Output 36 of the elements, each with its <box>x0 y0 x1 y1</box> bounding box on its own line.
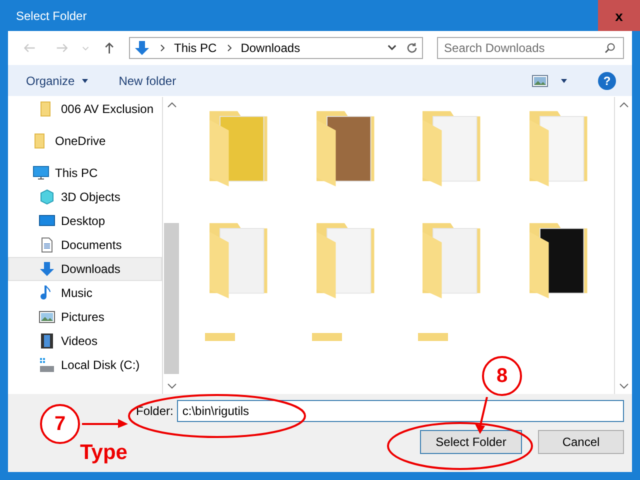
sidebar-label: Desktop <box>61 214 106 228</box>
folder-label: Folder: <box>136 404 174 418</box>
sidebar-item[interactable]: 006 AV Exclusion <box>8 97 162 121</box>
cancel-button[interactable]: Cancel <box>538 430 624 454</box>
sidebar-label: Downloads <box>61 262 120 276</box>
sidebar-label: This PC <box>55 166 98 180</box>
sidebar-label: Local Disk (C:) <box>61 358 140 372</box>
sidebar-item[interactable]: Documents <box>8 233 162 257</box>
breadcrumb-item[interactable]: This PC <box>174 41 217 55</box>
annotation-label: Type <box>80 441 128 465</box>
new-folder-button[interactable]: New folder <box>118 74 176 88</box>
sidebar-item[interactable]: Music <box>8 281 162 305</box>
select-folder-button[interactable]: Select Folder <box>420 430 522 454</box>
sidebar-label: Music <box>61 286 92 300</box>
sidebar-label: Videos <box>61 334 98 348</box>
help-button[interactable]: ? <box>598 72 616 90</box>
breadcrumb-item[interactable]: Downloads <box>240 41 300 55</box>
sidebar-item[interactable]: Videos <box>8 329 162 353</box>
sidebar-item[interactable]: Downloads <box>8 257 162 281</box>
sidebar-item[interactable]: This PC <box>8 161 162 185</box>
sidebar-item[interactable]: Local Disk (C:) <box>8 353 162 377</box>
sidebar-item[interactable]: Pictures <box>8 305 162 329</box>
sidebar-label: 3D Objects <box>61 190 120 204</box>
close-button[interactable]: x <box>598 0 640 31</box>
address-bar[interactable]: This PC Downloads <box>129 37 424 59</box>
organize-menu-button[interactable]: Organize <box>26 74 89 88</box>
window-title: Select Folder <box>16 8 88 22</box>
folder-input-field[interactable]: c:\bin\rigutils <box>177 400 624 422</box>
sidebar-label: Documents <box>61 238 122 252</box>
sidebar-label: 006 AV Exclusion <box>61 102 154 116</box>
search-field[interactable]: Search Downloads <box>437 37 624 59</box>
sidebar-item[interactable]: OneDrive <box>8 129 162 153</box>
sidebar-item[interactable]: Desktop <box>8 209 162 233</box>
sidebar-item[interactable]: 3D Objects <box>8 185 162 209</box>
sidebar-label: OneDrive <box>55 134 106 148</box>
sidebar-label: Pictures <box>61 310 104 324</box>
